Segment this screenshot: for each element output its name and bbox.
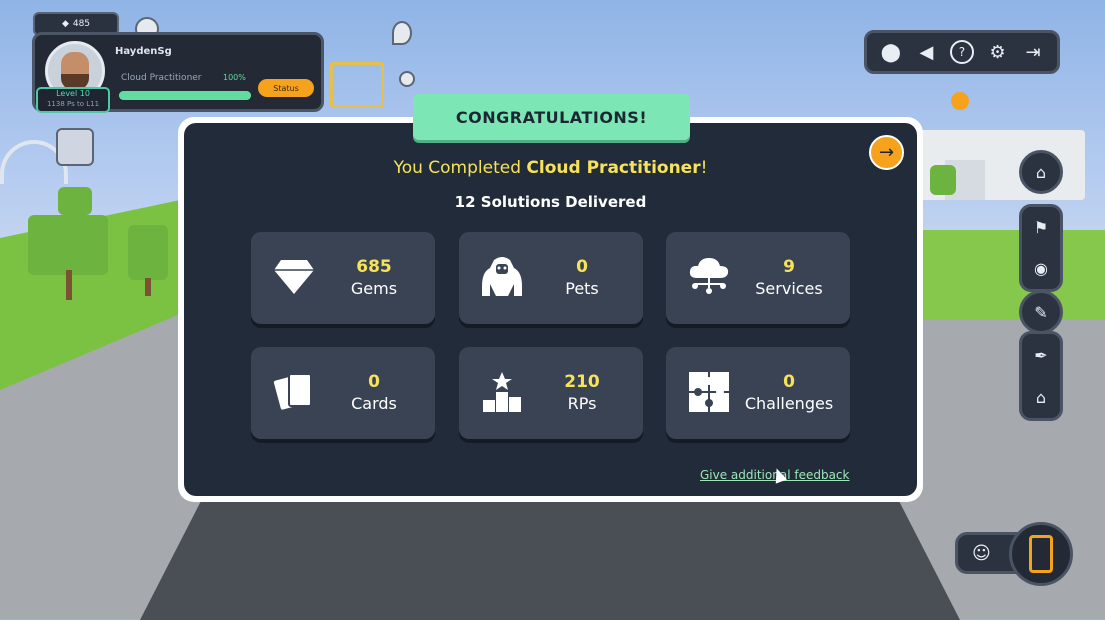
phone-button[interactable] — [1009, 522, 1073, 586]
player-name: HaydenSg — [115, 46, 172, 57]
speaker-icon[interactable]: ◀ — [914, 40, 938, 64]
player-progress-fill — [119, 91, 251, 100]
stat-rps: 210 RPs — [459, 347, 643, 439]
level-badge: Level 10 1138 Ps to L11 — [36, 87, 110, 113]
person-icon: ☺ — [972, 542, 991, 564]
feather-icon[interactable]: ✒ — [1034, 346, 1047, 365]
podium-icon — [479, 369, 525, 415]
stat-value: 0 — [368, 372, 380, 392]
completed-prefix: You Completed — [393, 158, 527, 178]
gorilla-icon — [479, 254, 525, 300]
tree-trunk — [145, 278, 151, 296]
stat-gems: 685 Gems — [251, 232, 435, 324]
stat-challenges: 0 Challenges — [666, 347, 850, 439]
phone-icon — [1029, 535, 1053, 573]
stat-label: Gems — [350, 279, 398, 298]
walk-icon[interactable]: ⚑ — [1034, 218, 1048, 237]
banner-text: CONGRATULATIONS! — [455, 107, 648, 127]
help-icon[interactable]: ? — [949, 40, 974, 64]
tree-trunk — [66, 270, 72, 300]
stat-pets: 0 Pets — [459, 232, 643, 324]
congratulations-banner: CONGRATULATIONS! — [413, 94, 690, 140]
map-marker-icon[interactable]: ⬤ — [879, 40, 903, 64]
crane — [330, 62, 384, 108]
completed-text: You Completed Cloud Practitioner! — [184, 158, 917, 178]
stat-label: RPs — [567, 394, 597, 413]
stat-cards: 0 Cards — [251, 347, 435, 439]
gear-icon[interactable]: ⚙ — [986, 40, 1010, 64]
stat-label: Cards — [351, 394, 397, 413]
top-toolbar: ⬤ ◀ ? ⚙ ⇥ — [864, 30, 1060, 74]
level-label: Level 10 — [56, 89, 90, 98]
tree — [128, 225, 168, 280]
stat-label: Challenges — [744, 394, 834, 413]
stat-value: 9 — [783, 257, 795, 277]
location-pin-icon[interactable] — [392, 21, 412, 45]
gem-icon: ◆ — [61, 19, 69, 29]
stat-value: 210 — [564, 372, 600, 392]
house-icon[interactable]: ⌂ — [1036, 388, 1046, 407]
gem-icon — [271, 254, 317, 300]
player-progress-bar — [119, 91, 251, 100]
cube-marker-icon[interactable] — [56, 128, 94, 166]
tree — [930, 165, 956, 195]
player-class: Cloud Practitioner — [121, 73, 202, 83]
level-sub: 1138 Ps to L11 — [46, 100, 100, 108]
drill-icon[interactable]: ✎ — [1019, 290, 1063, 334]
exit-icon[interactable]: ⇥ — [1021, 40, 1045, 64]
completed-suffix: ! — [700, 158, 708, 178]
solutions-delivered: 12 Solutions Delivered — [454, 193, 647, 211]
tree — [58, 187, 92, 215]
completed-name: Cloud Practitioner — [526, 158, 701, 178]
garage-icon[interactable]: ⌂ — [1019, 150, 1063, 194]
stat-label: Services — [755, 279, 823, 298]
stat-label: Pets — [565, 279, 599, 298]
stat-value: 685 — [356, 257, 392, 277]
cloud-network-icon — [686, 254, 732, 300]
puzzle-icon — [686, 369, 732, 415]
mini-badge-value: 485 — [72, 19, 91, 29]
eye-icon[interactable]: ◉ — [1034, 259, 1048, 278]
side-tools-bottom: ✒ ⌂ — [1019, 331, 1063, 421]
status-button-label: Status — [273, 83, 299, 93]
cards-icon — [271, 369, 317, 415]
tree — [28, 215, 108, 275]
location-pin-icon[interactable] — [399, 71, 415, 87]
stat-value: 0 — [576, 257, 588, 277]
player-progress-text: 100% — [223, 73, 246, 82]
stat-services: 9 Services — [666, 232, 850, 324]
stat-value: 0 — [783, 372, 795, 392]
grass-right — [905, 230, 1105, 320]
status-button[interactable]: Status — [258, 79, 314, 97]
side-tools-top: ⚑ ◉ — [1019, 204, 1063, 292]
quest-marker-icon[interactable] — [951, 92, 969, 110]
